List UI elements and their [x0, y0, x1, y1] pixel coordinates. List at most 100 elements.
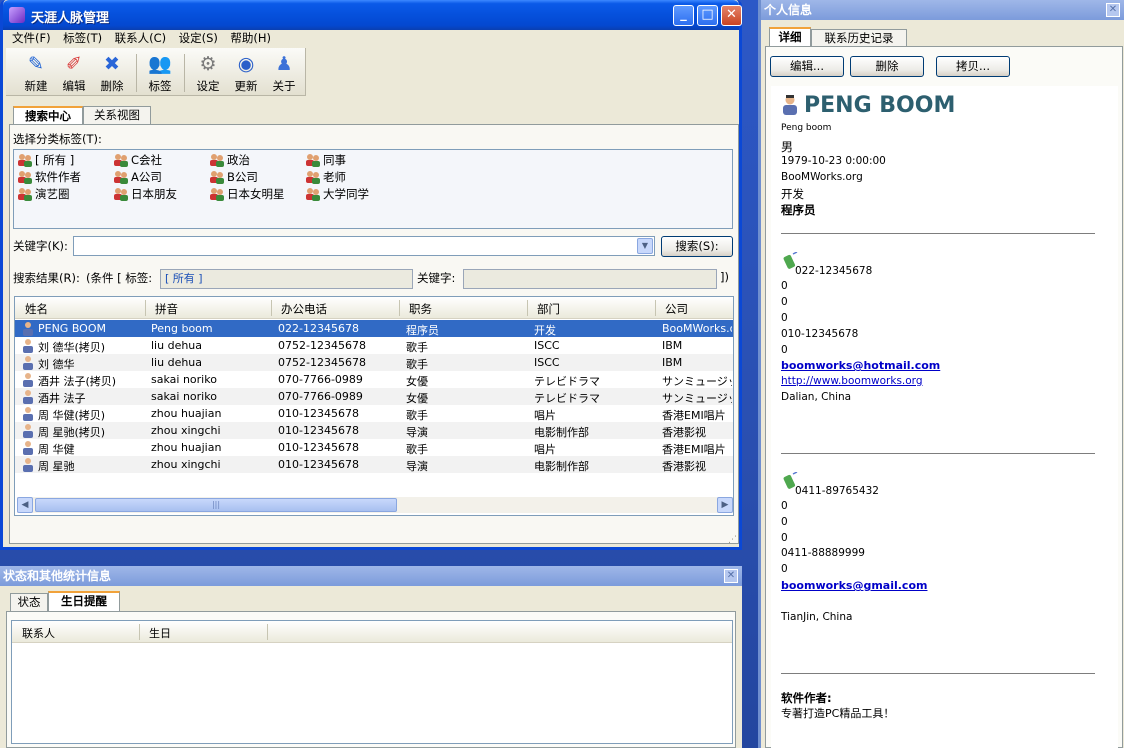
results-label: 搜索结果(R): — [13, 271, 80, 285]
update-button[interactable]: ◉ 更新 — [228, 52, 264, 96]
table-row[interactable]: 周 华健 zhou huajian 010-12345678 歌手 唱片 香港E… — [15, 439, 733, 456]
column-header-phone[interactable]: 办公电话 — [281, 301, 327, 317]
table-row[interactable]: 周 华健(拷贝) zhou huajian 010-12345678 歌手 唱片… — [15, 405, 733, 422]
author-text: 专著打造PC精品工具！ — [781, 707, 895, 720]
tag-item[interactable]: C会社 — [113, 152, 162, 169]
dropdown-arrow-icon[interactable]: ▼ — [637, 238, 653, 254]
info-titlebar[interactable]: 个人信息 ✕ — [761, 0, 1124, 20]
tag-item[interactable]: 日本女明星 — [209, 186, 285, 203]
person-icon — [23, 322, 33, 336]
tag-people-icon — [17, 170, 33, 184]
scroll-right-icon[interactable]: ▶ — [717, 497, 733, 513]
maximize-button[interactable]: □ — [697, 5, 718, 26]
author-label: 软件作者: — [781, 691, 832, 705]
email-link[interactable]: boomworks@gmail.com — [781, 579, 927, 592]
toolbar-separator — [136, 54, 137, 92]
settings-icon: ⚙ — [199, 53, 217, 75]
results-table[interactable]: 姓名 拼音 办公电话 职务 部门 公司 PENG BOOM Peng boom … — [14, 296, 734, 516]
about-button[interactable]: ♟ 关于 — [266, 52, 302, 96]
column-header-birthday[interactable]: 生日 — [149, 625, 171, 641]
office-phone: 022-12345678 — [795, 265, 873, 277]
search-button[interactable]: 搜索(S): — [661, 236, 733, 257]
website-link[interactable]: http://www.boomworks.org — [781, 375, 922, 387]
horizontal-scrollbar[interactable]: ◀ ||| ▶ — [17, 497, 733, 513]
table-row[interactable]: 周 星驰(拷贝) zhou xingchi 010-12345678 导演 电影… — [15, 422, 733, 439]
close-icon[interactable]: ✕ — [724, 569, 738, 583]
person-icon — [23, 390, 33, 404]
tag-item[interactable]: 日本朋友 — [113, 186, 177, 203]
minimize-button[interactable]: _ — [673, 5, 694, 26]
tag-item[interactable]: B公司 — [209, 169, 258, 186]
delete-x-icon: ✖ — [104, 53, 120, 75]
menu-help[interactable]: 帮助(H) — [230, 30, 271, 47]
person-icon — [23, 407, 33, 421]
table-row[interactable]: 酒井 法子 sakai noriko 070-7766-0989 女優 テレビド… — [15, 388, 733, 405]
tag-button[interactable]: 👥 标签 — [142, 52, 178, 96]
table-row[interactable]: 周 星驰 zhou xingchi 010-12345678 导演 电影制作部 … — [15, 456, 733, 473]
tag-people-icon — [113, 153, 129, 167]
tag-item[interactable]: 大学同学 — [305, 186, 369, 203]
menu-tag[interactable]: 标签(T) — [63, 30, 102, 47]
tag-people-icon — [209, 187, 225, 201]
column-header-department[interactable]: 部门 — [537, 301, 560, 317]
edit-button[interactable]: 编辑... — [770, 56, 844, 77]
keyword-input[interactable]: ▼ — [73, 236, 655, 256]
table-header: 姓名 拼音 办公电话 职务 部门 公司 — [15, 297, 733, 319]
condition-keyword-field — [463, 269, 717, 289]
address: Dalian, China — [781, 391, 852, 403]
person-gender: 男 — [781, 140, 794, 154]
new-button[interactable]: ✎ 新建 — [18, 52, 54, 96]
column-header-contact[interactable]: 联系人 — [22, 625, 55, 641]
delete-button[interactable]: ✖ 删除 — [94, 52, 130, 96]
tag-list[interactable]: [ 所有 ] C会社 政治 同事 软件作者 A公司 B公司 老师 演艺圈 日本朋… — [13, 149, 733, 229]
tab-birthday-reminder[interactable]: 生日提醒 — [48, 591, 120, 612]
column-header-company[interactable]: 公司 — [665, 301, 688, 317]
delete-button[interactable]: 删除 — [850, 56, 924, 77]
tag-item[interactable]: [ 所有 ] — [17, 152, 74, 169]
tab-status[interactable]: 状态 — [10, 593, 48, 612]
copy-button[interactable]: 拷贝... — [936, 56, 1010, 77]
tag-item[interactable]: 老师 — [305, 169, 346, 186]
tag-item[interactable]: 软件作者 — [17, 169, 81, 186]
tab-relation-view[interactable]: 关系视图 — [83, 106, 151, 125]
detail-line: 010-12345678 — [781, 328, 859, 340]
column-header-position[interactable]: 职务 — [409, 301, 432, 317]
menu-settings[interactable]: 设定(S) — [179, 30, 218, 47]
scroll-thumb[interactable]: ||| — [35, 498, 397, 512]
menu-contact[interactable]: 联系人(C) — [115, 30, 167, 47]
tag-item[interactable]: 同事 — [305, 152, 346, 169]
status-titlebar[interactable]: 状态和其他统计信息 ✕ — [0, 566, 742, 586]
table-row[interactable]: 酒井 法子(拷贝) sakai noriko 070-7766-0989 女優 … — [15, 371, 733, 388]
toolbar: ✎ 新建 ✐ 编辑 ✖ 删除 👥 标签 ⚙ 设定 ◉ 更新 ♟ 关于 — [6, 48, 306, 96]
table-row[interactable]: 刘 德华 liu dehua 0752-12345678 歌手 ISCC IBM — [15, 354, 733, 371]
close-button[interactable]: ✕ — [721, 5, 742, 26]
settings-button[interactable]: ⚙ 设定 — [190, 52, 226, 96]
table-header: 联系人 生日 — [12, 621, 732, 643]
detail-line: 0 — [781, 532, 788, 544]
menu-file[interactable]: 文件(F) — [12, 30, 51, 47]
person-icon — [23, 458, 33, 472]
main-titlebar[interactable]: 天涯人脉管理 _ □ ✕ — [3, 0, 742, 30]
resize-grip-icon[interactable]: ⋰ — [728, 535, 737, 545]
table-row[interactable]: PENG BOOM Peng boom 022-12345678 程序员 开发 … — [15, 320, 733, 337]
column-header-pinyin[interactable]: 拼音 — [155, 301, 178, 317]
scroll-left-icon[interactable]: ◀ — [17, 497, 33, 513]
tag-item[interactable]: A公司 — [113, 169, 162, 186]
condition-suffix: ]) — [720, 270, 729, 284]
tab-detail[interactable]: 详细 — [769, 27, 811, 48]
birthday-table[interactable]: 联系人 生日 — [11, 620, 733, 744]
tag-item[interactable]: 政治 — [209, 152, 250, 169]
app-icon — [9, 7, 25, 23]
column-header-name[interactable]: 姓名 — [25, 301, 48, 317]
condition-keyword-label: 关键字: — [417, 271, 456, 285]
detail-line: 0 — [781, 563, 788, 575]
table-row[interactable]: 刘 德华(拷贝) liu dehua 0752-12345678 歌手 ISCC… — [15, 337, 733, 354]
detail-line: 0 — [781, 312, 788, 324]
edit-button[interactable]: ✐ 编辑 — [56, 52, 92, 96]
email-link[interactable]: boomworks@hotmail.com — [781, 359, 940, 372]
personal-info-window: 个人信息 ✕ 详细 联系历史记录 编辑... 删除 拷贝... PENG BOO… — [758, 0, 1124, 748]
tag-item[interactable]: 演艺圈 — [17, 186, 70, 203]
close-icon[interactable]: ✕ — [1106, 3, 1120, 17]
person-birthday: 1979-10-23 0:00:00 — [781, 155, 886, 167]
status-window: 状态和其他统计信息 ✕ 状态 生日提醒 联系人 生日 — [0, 566, 742, 748]
